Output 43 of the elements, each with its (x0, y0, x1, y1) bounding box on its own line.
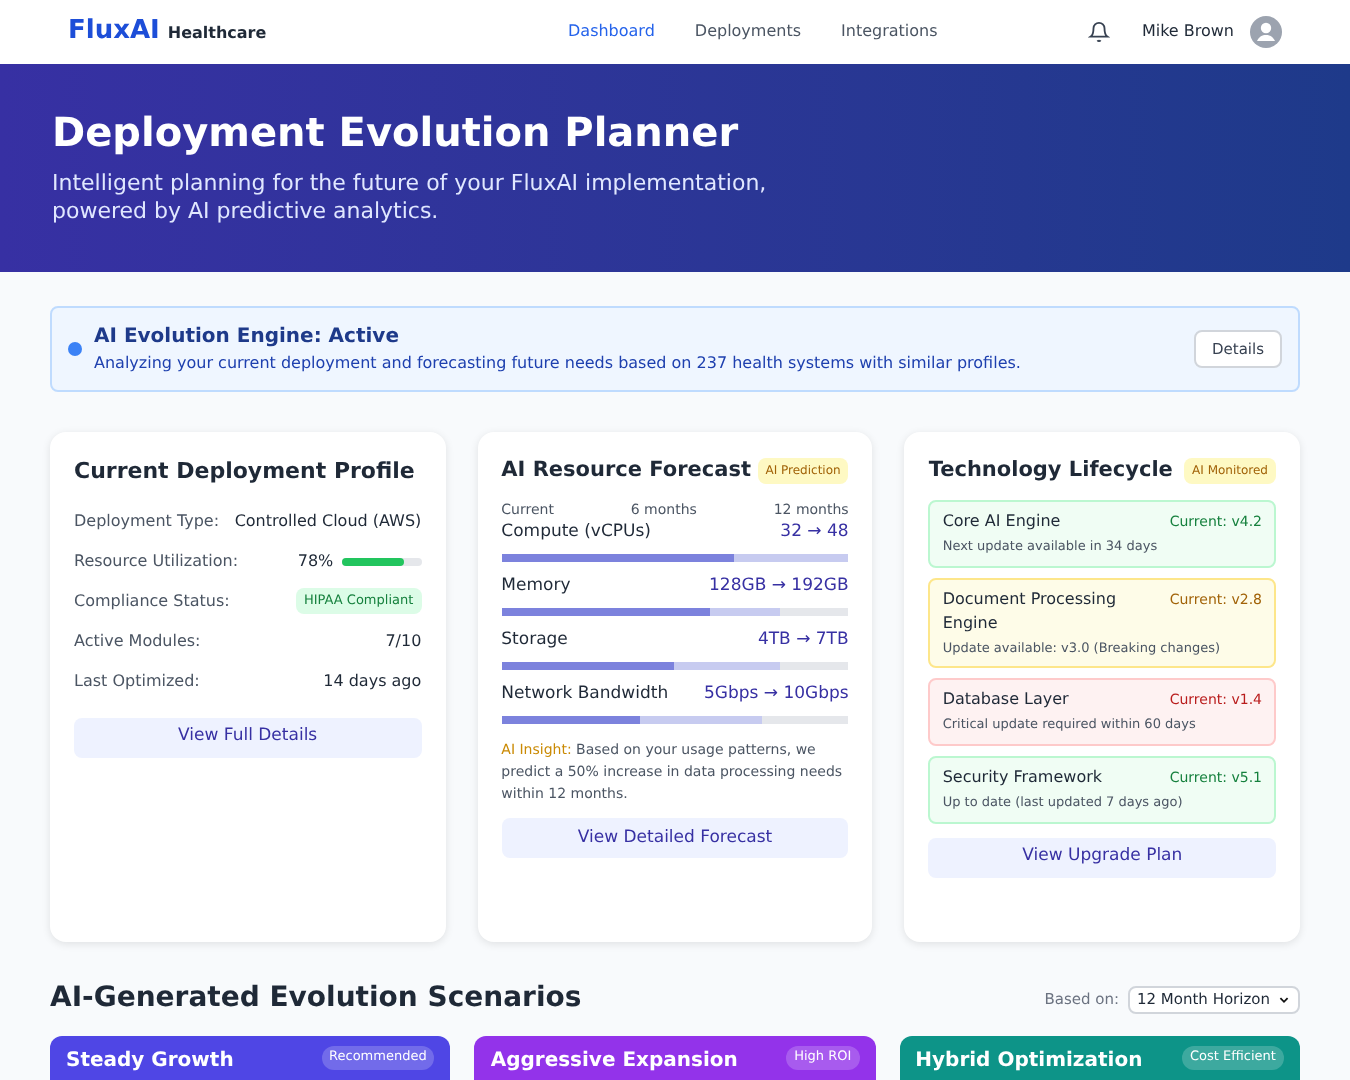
hero-title: Deployment Evolution Planner (52, 106, 741, 158)
brand-name: FluxAI (68, 14, 160, 51)
card-title: Technology Lifecycle (928, 456, 1173, 486)
resource-reading: 128GB → 192GB (709, 574, 849, 601)
nav-link[interactable]: Deployments (694, 20, 802, 44)
field-label: Last Optimized: (74, 669, 200, 693)
resource-name: Storage (501, 628, 568, 655)
bell-icon[interactable] (1087, 20, 1110, 44)
view-details-button[interactable]: View Full Details (74, 717, 422, 757)
scenario-title: Hybrid Optimization (915, 1048, 1143, 1076)
resource-name: Compute (vCPUs) (501, 520, 651, 547)
field-value: 14 days ago (323, 669, 422, 693)
card-title: Current Deployment Profile (74, 456, 417, 488)
resource-reading: 5Gbps → 10Gbps (703, 682, 849, 709)
brand-suffix: Healthcare (167, 22, 267, 47)
section-title: AI-Generated Evolution Scenarios (50, 980, 582, 1018)
field-label: Deployment Type: (74, 509, 220, 533)
resource-reading: 4TB → 7TB (757, 628, 849, 655)
field-value: 78% (297, 549, 334, 573)
view-upgrade-button[interactable]: View Upgrade Plan (928, 837, 1276, 878)
hero-subtitle: Intelligent planning for the future of your FluxAI implementation, powered by AI predictive analytics. (52, 170, 769, 226)
resource-reading: 32 → 48 (780, 520, 849, 547)
component-name: Core AI Engine (942, 509, 1061, 534)
chevron-down-icon (1278, 993, 1290, 1005)
field-label: Active Modules: (74, 629, 201, 653)
component-name: Document Processing Engine (942, 587, 1119, 635)
view-forecast-button[interactable]: View Detailed Forecast (501, 818, 849, 859)
user-name: Mike Brown (1141, 20, 1234, 44)
engine-description: Analyzing your current deployment and forecasting future needs based on 237 health systems with similar profiles. (94, 352, 1023, 376)
field-label: Compliance Status: (74, 589, 230, 613)
resource-name: Network Bandwidth (501, 682, 669, 709)
field-value: 7/10 (385, 629, 422, 653)
component-name: Security Framework (942, 766, 1103, 790)
resource-name: Memory (501, 574, 571, 601)
component-name: Database Layer (942, 688, 1069, 713)
engine-title: AI Evolution Engine: Active (94, 324, 401, 352)
nav-link[interactable]: Integrations (841, 20, 938, 44)
nav-link[interactable]: Dashboard (568, 20, 655, 44)
scenario-title: Steady Growth (66, 1048, 234, 1076)
card-title: AI Resource Forecast (501, 456, 752, 486)
field-value: Controlled Cloud (AWS) (234, 509, 422, 533)
scenario-title: Aggressive Expansion (490, 1048, 738, 1076)
field-label: Resource Utilization: (74, 549, 239, 573)
